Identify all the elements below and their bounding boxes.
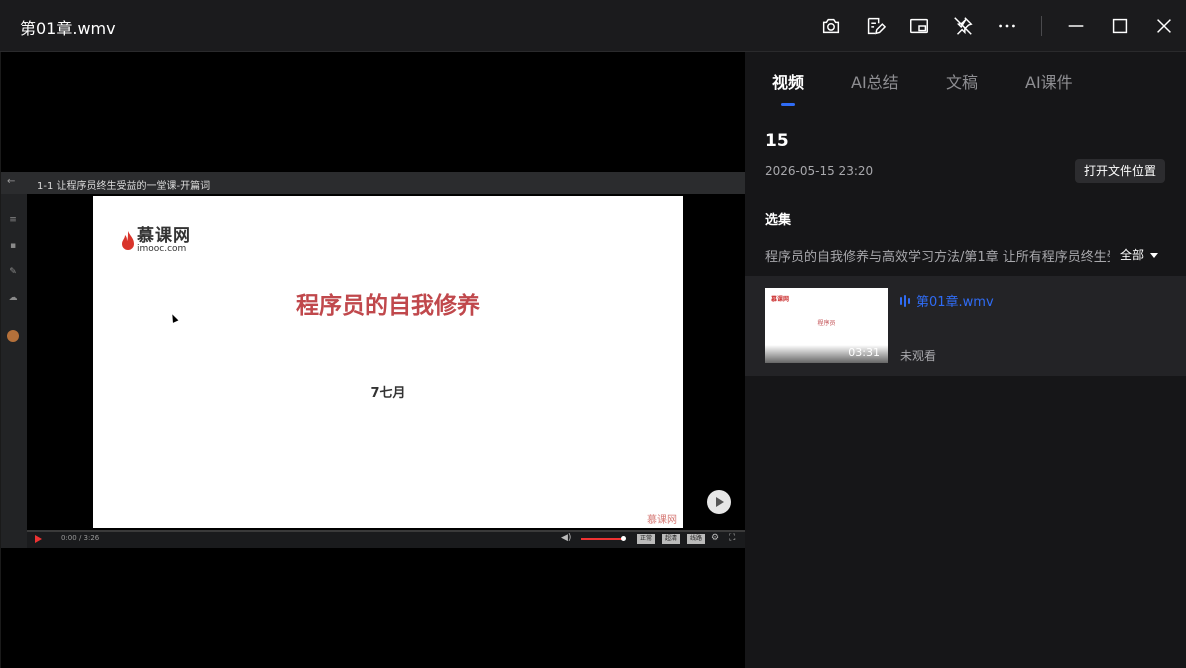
volume-icon: ◀) (561, 533, 572, 543)
side-panel: 视频 AI总结 文稿 AI课件 15 2026-05-15 23:20 打开文件… (745, 52, 1186, 668)
window-title: 第01章.wmv (20, 19, 116, 38)
filter-dropdown[interactable]: 全部 (1120, 246, 1159, 263)
episode-duration: 03:31 (848, 346, 880, 359)
embedded-controls: 0:00 / 3:26 ◀) 正常 超清 线路 ⚙ ⛶ (27, 530, 746, 548)
fullscreen-icon: ⛶ (729, 533, 736, 543)
question-icon: ▪ (9, 241, 17, 251)
chevron-down-icon (1150, 253, 1159, 258)
folder-path: 程序员的自我修养与高效学习方法/第1章 让所有程序员终生受益的一堂课 (765, 250, 1110, 265)
gear-icon: ⚙ (711, 533, 720, 543)
picture-in-picture-icon[interactable] (897, 0, 941, 52)
embedded-video-frame: 慕课网 imooc.com 程序员的自我修养 7七月 慕课网 (27, 194, 746, 530)
embedded-sidebar: ≡ ▪ ✎ ☁ (1, 194, 27, 548)
title-bar: 第01章.wmv (0, 0, 1186, 52)
close-icon[interactable] (1142, 0, 1186, 52)
pen-icon: ✎ (9, 267, 17, 277)
episode-status: 未观看 (900, 349, 937, 363)
panel-tabs: 视频 AI总结 文稿 AI课件 (745, 52, 1186, 112)
flame-icon (122, 231, 134, 250)
imooc-logo: 慕课网 imooc.com (121, 228, 191, 254)
embedded-progress-bar (27, 530, 746, 532)
logo-cn-text: 慕课网 (137, 226, 191, 246)
tab-ai-summary[interactable]: AI总结 (851, 69, 899, 93)
embedded-header: ← 1-1 让程序员终生受益的一堂课-开篇词 (1, 172, 746, 194)
avatar (7, 330, 19, 342)
volume-knob (621, 536, 626, 541)
embedded-title: 1-1 让程序员终生受益的一堂课-开篇词 (37, 181, 211, 192)
play-overlay-icon[interactable] (707, 490, 731, 514)
playing-equalizer-icon (900, 294, 910, 307)
filter-label: 全部 (1120, 248, 1145, 262)
thumbnail-logo: 慕课网 (771, 296, 790, 303)
embedded-play-icon (35, 535, 42, 543)
logo-en-text: imooc.com (137, 244, 187, 254)
camera-icon[interactable] (809, 0, 853, 52)
slide-title: 程序员的自我修养 (296, 293, 480, 319)
menu-icon: ≡ (9, 215, 17, 225)
quality-chip: 超清 (662, 534, 681, 544)
edit-note-icon[interactable] (853, 0, 897, 52)
more-icon[interactable] (985, 0, 1029, 52)
speed-chip: 正常 (637, 534, 656, 544)
active-tab-indicator (781, 103, 795, 106)
section-title: 选集 (765, 213, 792, 228)
slide: 慕课网 imooc.com 程序员的自我修养 7七月 慕课网 (93, 196, 683, 528)
open-file-location-button[interactable]: 打开文件位置 (1075, 159, 1165, 183)
episode-thumbnail: 慕课网 程序员 03:31 (765, 288, 888, 363)
slide-author: 7七月 (370, 386, 406, 401)
tab-video[interactable]: 视频 (772, 69, 804, 93)
maximize-icon[interactable] (1098, 0, 1142, 52)
episode-item[interactable]: 慕课网 程序员 03:31 第01章.wmv 未观看 (745, 276, 1186, 376)
route-chip: 线路 (687, 534, 706, 544)
episode-count: 15 (765, 131, 789, 151)
thumbnail-title: 程序员 (817, 320, 836, 327)
toolbar-divider (1041, 16, 1042, 36)
volume-bar (581, 538, 623, 540)
minimize-icon[interactable] (1054, 0, 1098, 52)
pin-off-icon[interactable] (941, 0, 985, 52)
back-arrow-icon: ← (7, 176, 16, 187)
slide-watermark: 慕课网 (647, 515, 677, 526)
window-toolbar (809, 0, 1186, 52)
tab-transcript[interactable]: 文稿 (946, 69, 978, 93)
cloud-icon: ☁ (8, 293, 18, 303)
date-label: 2026-05-15 23:20 (765, 164, 874, 178)
embedded-course-page: ← 1-1 让程序员终生受益的一堂课-开篇词 ≡ ▪ ✎ ☁ 慕课网 imooc… (1, 172, 746, 548)
tab-ai-courseware[interactable]: AI课件 (1025, 69, 1073, 93)
episode-name: 第01章.wmv (900, 291, 994, 310)
episode-name-text: 第01章.wmv (916, 295, 994, 310)
video-player[interactable]: ← 1-1 让程序员终生受益的一堂课-开篇词 ≡ ▪ ✎ ☁ 慕课网 imooc… (0, 52, 746, 668)
embedded-time: 0:00 / 3:26 (61, 534, 100, 542)
